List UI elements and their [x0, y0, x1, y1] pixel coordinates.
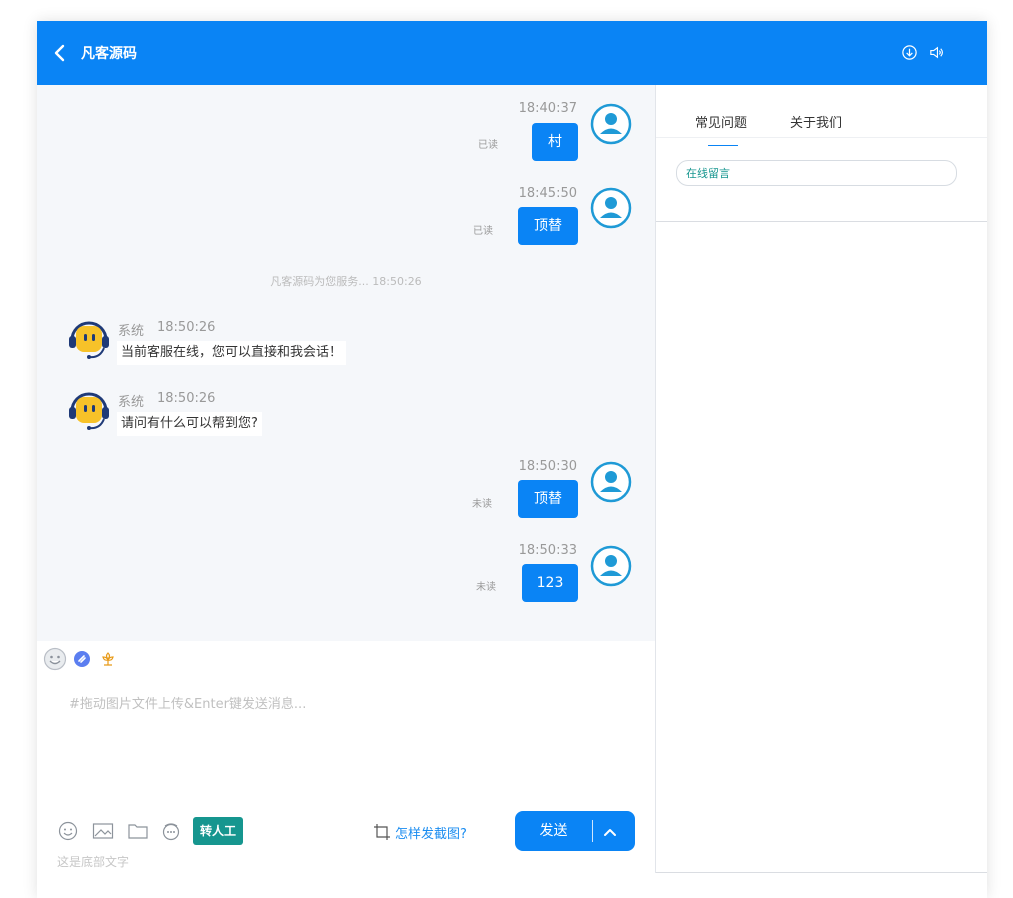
user-message-bubble[interactable]: 顶替 [518, 480, 578, 518]
message-time: 18:50:30 [518, 459, 577, 474]
send-button[interactable]: 发送 [515, 811, 635, 851]
user-avatar-icon [590, 545, 632, 587]
message-time: 18:40:37 [518, 101, 577, 116]
screenshot-help-link[interactable]: 怎样发截图? [395, 823, 467, 842]
download-icon[interactable] [901, 44, 918, 61]
chat-window: 凡客源码 18:40:37 已读 村 18:45:50 已读 顶替 凡客源码为您… [37, 21, 987, 898]
chevron-up-icon[interactable] [601, 823, 619, 841]
user-avatar-icon [590, 461, 632, 503]
panel-divider [655, 85, 656, 873]
read-status: 未读 [472, 499, 492, 510]
rate-icon[interactable] [73, 650, 91, 668]
send-button-label: 发送 [539, 823, 568, 839]
side-tabs: 常见问题 关于我们 [656, 85, 987, 138]
bot-avatar-icon [69, 321, 109, 359]
bot-name: 系统 [118, 395, 145, 410]
transfer-to-human-button[interactable]: 转人工 [193, 817, 243, 845]
read-status: 已读 [478, 140, 498, 151]
flower-icon[interactable] [99, 650, 117, 668]
service-notice: 凡客源码为您服务... 18:50:26 [270, 275, 422, 288]
user-message-bubble[interactable]: 123 [522, 564, 578, 602]
chat-bubbles-icon[interactable] [160, 821, 182, 841]
message-time: 18:50:26 [157, 320, 216, 335]
active-tab-indicator [708, 145, 738, 146]
bot-avatar-icon [69, 392, 109, 430]
tab-about-us[interactable]: 关于我们 [790, 112, 842, 131]
message-time: 18:50:26 [157, 391, 216, 406]
user-message-bubble[interactable]: 村 [532, 123, 578, 161]
volume-icon[interactable] [928, 44, 945, 61]
back-arrow-icon[interactable] [51, 43, 71, 63]
tab-faq[interactable]: 常见问题 [695, 112, 747, 131]
message-input[interactable]: #拖动图片文件上传&Enter键发送消息... [69, 693, 306, 712]
image-icon[interactable] [92, 821, 114, 841]
smiley-face-icon[interactable] [43, 647, 67, 671]
read-status: 已读 [473, 226, 493, 237]
user-avatar-icon [590, 103, 632, 145]
folder-icon[interactable] [127, 821, 149, 841]
page-title: 凡客源码 [81, 46, 137, 62]
user-message-bubble[interactable]: 顶替 [518, 207, 578, 245]
message-time: 18:50:33 [518, 543, 577, 558]
crop-icon[interactable] [373, 823, 391, 841]
emoji-icon[interactable] [57, 821, 79, 841]
read-status: 未读 [476, 582, 496, 593]
bot-message-bubble[interactable]: 当前客服在线，您可以直接和我会话！ [117, 341, 347, 365]
header-bar: 凡客源码 [37, 21, 987, 85]
bot-message-bubble[interactable]: 请问有什么可以帮到您? [117, 412, 262, 436]
side-bottom-border [656, 872, 987, 873]
side-divider [656, 221, 987, 222]
footer-text: 这是底部文字 [57, 855, 130, 869]
leave-message-button[interactable]: 在线留言 [676, 160, 957, 186]
bot-name: 系统 [118, 324, 145, 339]
user-avatar-icon [590, 187, 632, 229]
message-time: 18:45:50 [518, 186, 577, 201]
send-button-divider [592, 820, 593, 842]
leave-message-label: 在线留言 [686, 167, 730, 180]
